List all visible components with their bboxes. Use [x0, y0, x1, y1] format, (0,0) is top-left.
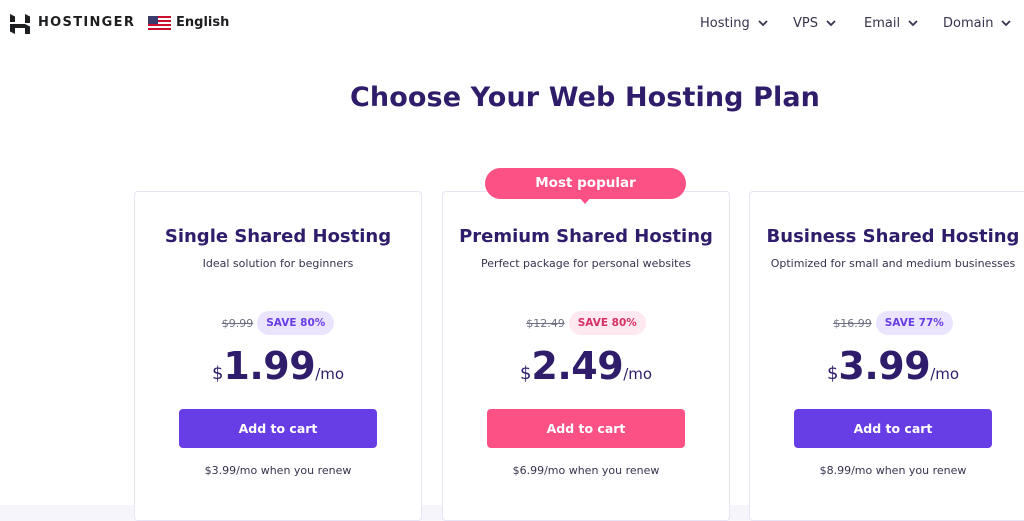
price-amount: 1.99 [223, 344, 316, 388]
plan-card-single: Single Shared Hosting Ideal solution for… [134, 191, 422, 521]
chevron-down-icon [908, 20, 918, 27]
plan-price: $ 2.49 /mo [443, 344, 729, 388]
language-label: English [176, 15, 230, 30]
nav-domain-label: Domain [943, 16, 994, 31]
old-price: $9.99 [221, 316, 254, 330]
nav-email[interactable]: Email [864, 16, 918, 31]
renewal-price: $6.99/mo when you renew [512, 464, 660, 477]
brand-name[interactable]: HOSTINGER [38, 15, 135, 30]
nav-hosting[interactable]: Hosting [700, 16, 768, 31]
top-navbar: HOSTINGER English Hosting VPS Email Doma… [0, 0, 1024, 57]
save-badge: SAVE 77% [875, 311, 953, 335]
save-badge: SAVE 80% [568, 311, 646, 335]
plan-description: Perfect package for personal websites [481, 257, 691, 270]
plan-name: Premium Shared Hosting [459, 226, 713, 247]
us-flag-icon [148, 15, 171, 30]
price-amount: 2.49 [531, 344, 624, 388]
plan-name: Business Shared Hosting [766, 226, 1020, 247]
discount-row: $9.99 SAVE 80% [135, 311, 421, 335]
most-popular-badge: Most popular [485, 168, 686, 199]
add-to-cart-button[interactable]: Add to cart [794, 409, 992, 448]
add-to-cart-button[interactable]: Add to cart [179, 409, 377, 448]
price-currency: $ [826, 363, 839, 384]
plan-price: $ 3.99 /mo [750, 344, 1024, 388]
plan-name: Single Shared Hosting [164, 226, 392, 247]
discount-row: $16.99 SAVE 77% [750, 311, 1024, 335]
plan-card-premium: Premium Shared Hosting Perfect package f… [442, 191, 730, 521]
nav-vps-label: VPS [793, 16, 818, 31]
price-currency: $ [211, 363, 224, 384]
plan-description: Optimized for small and medium businesse… [770, 257, 1016, 270]
chevron-down-icon [826, 20, 836, 27]
price-currency: $ [519, 363, 532, 384]
add-to-cart-button[interactable]: Add to cart [487, 409, 685, 448]
price-period: /mo [930, 365, 960, 383]
price-amount: 3.99 [838, 344, 931, 388]
plan-card-business: Business Shared Hosting Optimized for sm… [749, 191, 1024, 521]
language-selector[interactable]: English [148, 15, 229, 30]
nav-email-label: Email [864, 16, 901, 31]
discount-row: $12.49 SAVE 80% [443, 311, 729, 335]
price-period: /mo [315, 365, 345, 383]
nav-hosting-label: Hosting [700, 16, 750, 31]
nav-domain[interactable]: Domain [943, 16, 1012, 31]
chevron-down-icon [758, 20, 768, 27]
chevron-down-icon [1001, 20, 1012, 27]
hostinger-logo-icon[interactable] [10, 14, 30, 34]
renewal-price: $8.99/mo when you renew [819, 464, 967, 477]
renewal-price: $3.99/mo when you renew [204, 464, 352, 477]
old-price: $12.49 [526, 316, 565, 330]
plan-description: Ideal solution for beginners [202, 257, 354, 270]
save-badge: SAVE 80% [257, 311, 335, 335]
page-title: Choose Your Web Hosting Plan [350, 82, 820, 113]
price-period: /mo [623, 365, 653, 383]
most-popular-badge-pointer [578, 196, 592, 204]
old-price: $16.99 [833, 316, 872, 330]
plan-price: $ 1.99 /mo [135, 344, 421, 388]
nav-vps[interactable]: VPS [793, 16, 836, 31]
